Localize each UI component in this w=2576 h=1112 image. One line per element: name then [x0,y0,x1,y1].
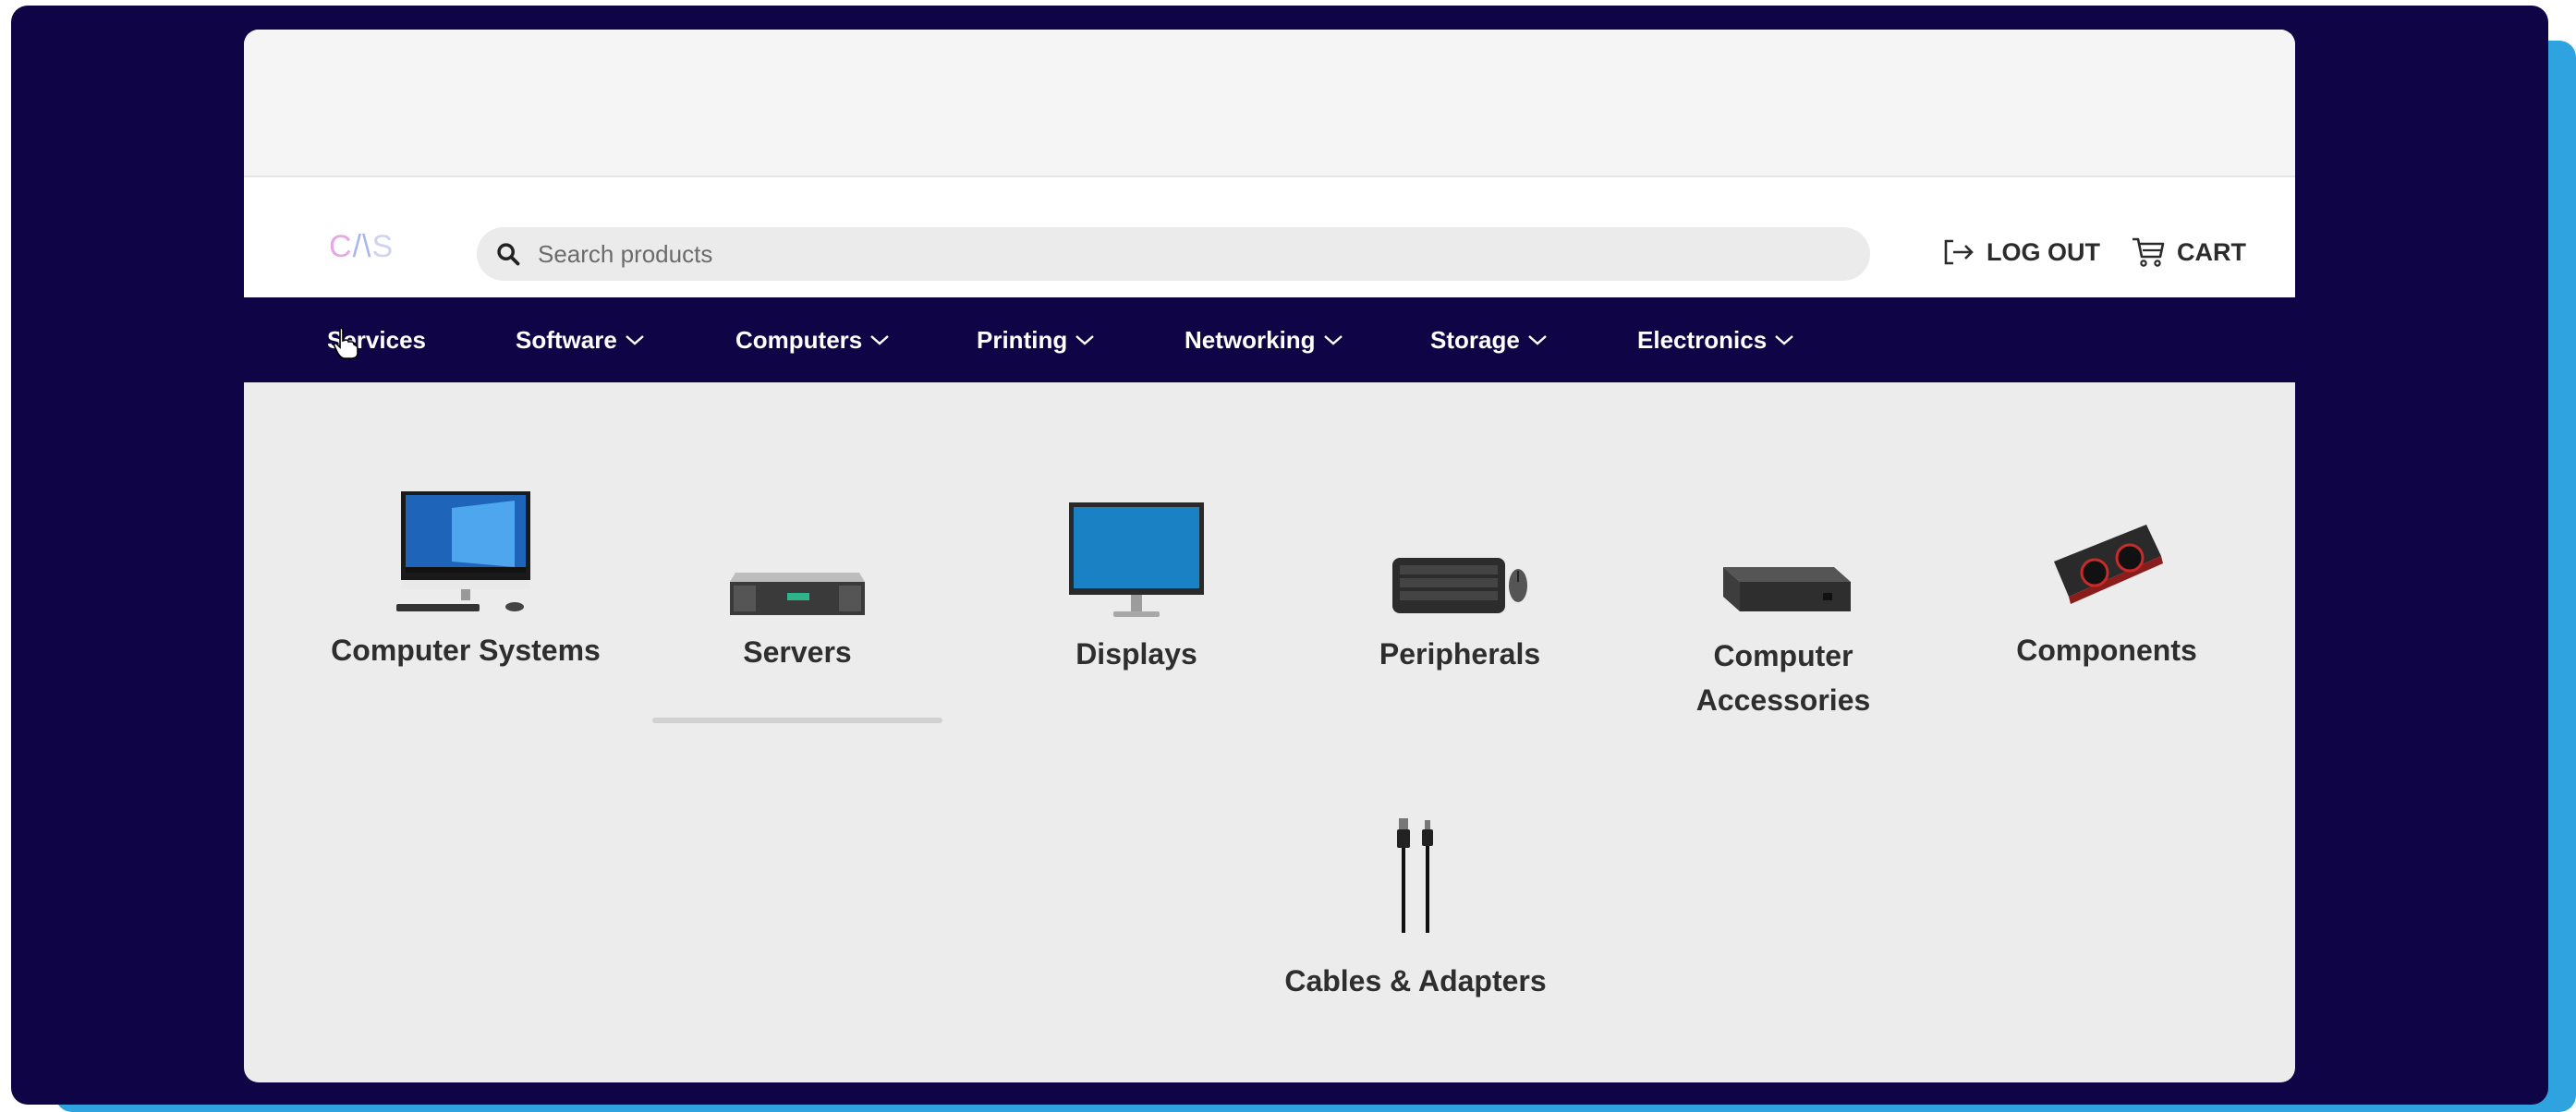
chevron-down-icon [870,335,890,345]
category-label: Displays [1075,637,1197,671]
category-peripherals[interactable]: Peripherals [1349,550,1571,676]
category-computer-systems[interactable]: Computer Systems [327,490,604,672]
category-navbar: Services Software Computers Printing Net… [244,297,2295,382]
hand-cursor-icon [333,327,358,359]
category-label: Peripherals [1379,637,1541,671]
keyboard-mouse-icon [1392,558,1527,613]
nav-item-electronics[interactable]: Electronics [1637,297,1794,382]
category-label: Computer [1713,639,1853,672]
category-label: Servers [743,635,852,669]
chevron-down-icon [1323,335,1343,345]
chevron-down-icon [1775,335,1793,345]
category-servers[interactable]: Servers [652,565,942,674]
logout-icon [1944,239,1974,265]
chevron-down-icon [626,335,644,345]
category-label: Components [2016,634,2197,667]
logout-label: LOG OUT [1987,237,2100,266]
cables-icon [1397,818,1433,933]
nav-item-software[interactable]: Software [516,297,645,382]
category-displays[interactable]: Displays [1026,501,1247,676]
chevron-down-icon [1075,335,1095,345]
search-bar[interactable] [477,227,1870,281]
browser-viewport: C/\S LOG OUT CART [244,30,2295,1082]
nav-item-storage[interactable]: Storage [1430,297,1548,382]
category-label: Cables & Adapters [1284,964,1547,997]
category-label: Accessories [1695,683,1871,717]
browser-top-area [244,30,2295,177]
category-label: Computer Systems [331,634,601,667]
site-logo[interactable]: C/\S [329,229,394,265]
category-cables-adapters[interactable]: Cables & Adapters [1277,816,1554,1003]
logout-button[interactable]: LOG OUT [1942,229,2100,275]
desktop-computer-icon [396,491,530,611]
nav-item-networking[interactable]: Networking [1185,297,1343,382]
cart-icon [2132,237,2165,267]
cart-button[interactable]: CART [2131,229,2246,275]
category-computer-accessories[interactable]: Computer Accessories [1672,562,1894,722]
chevron-down-icon [1528,335,1547,345]
nav-item-computers[interactable]: Computers [735,297,890,382]
graphics-card-icon [2054,525,2163,604]
category-components[interactable]: Components [1996,519,2218,672]
active-category-underline [652,718,942,723]
search-input[interactable] [536,238,1833,270]
monitor-icon [1069,502,1204,617]
nav-item-printing[interactable]: Printing [977,297,1095,382]
cart-label: CART [2177,237,2246,266]
server-icon [730,573,865,615]
search-icon [497,243,520,266]
docking-station-icon [1723,567,1851,611]
